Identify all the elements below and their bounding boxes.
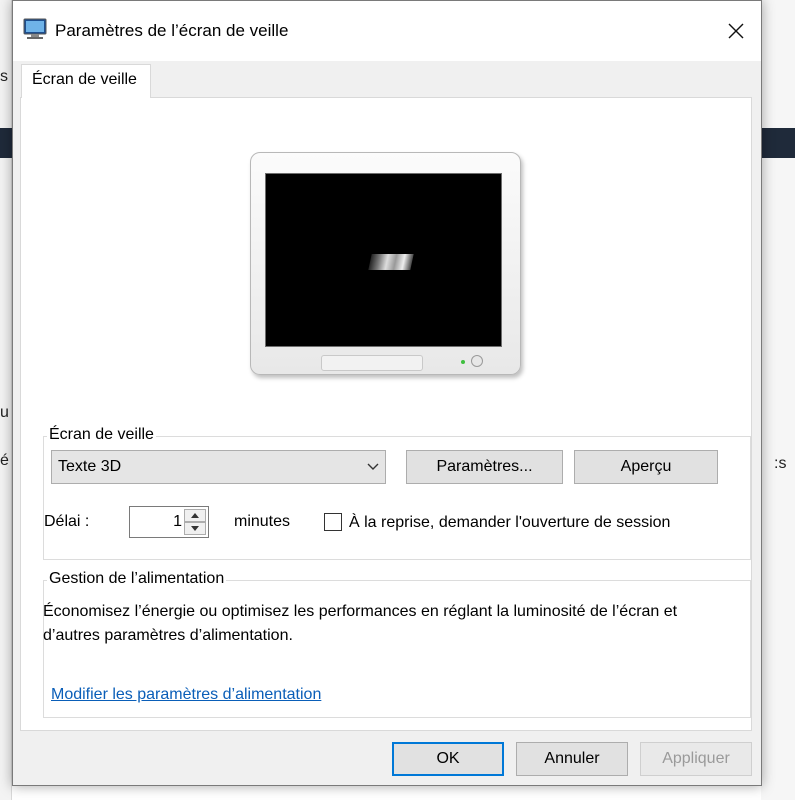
tab-panel: Écran de veille Texte 3D Paramètres... A… <box>20 97 752 731</box>
monitor-preview <box>250 152 521 375</box>
resume-logon-label[interactable]: À la reprise, demander l'ouverture de se… <box>349 514 670 532</box>
delay-label: Délai : <box>44 513 90 530</box>
minutes-label: minutes <box>234 513 291 530</box>
background-left-bar <box>0 128 12 158</box>
apply-button[interactable]: Appliquer <box>640 742 752 776</box>
cancel-button[interactable]: Annuler <box>516 742 628 776</box>
caret-down-icon <box>191 526 199 531</box>
background-text-fragment: :s <box>774 455 787 472</box>
preview-button[interactable]: Aperçu <box>574 450 718 484</box>
tab-screensaver[interactable]: Écran de veille <box>21 64 151 98</box>
background-text-fragment: u <box>0 404 9 421</box>
screensaver-group-label: Écran de veille <box>47 426 156 444</box>
settings-button[interactable]: Paramètres... <box>406 450 563 484</box>
dialog-title: Paramètres de l’écran de veille <box>55 21 289 40</box>
resume-logon-checkbox[interactable] <box>324 513 342 531</box>
3d-text-preview <box>368 254 414 270</box>
background-text-fragment: s <box>0 68 8 85</box>
chevron-down-icon <box>367 463 379 470</box>
ok-button[interactable]: OK <box>392 742 504 776</box>
title-bar[interactable]: Paramètres de l’écran de veille <box>13 1 761 61</box>
screensaver-selected-value: Texte 3D <box>58 458 122 475</box>
background-right-strip <box>761 0 795 800</box>
spin-up-button[interactable] <box>184 509 206 522</box>
power-group-label: Gestion de l’alimentation <box>47 570 227 588</box>
close-button[interactable] <box>714 11 758 51</box>
background-text-fragment: é <box>0 452 9 469</box>
tab-label: Écran de veille <box>32 71 137 88</box>
spin-buttons <box>184 509 206 535</box>
power-description: Économisez l’énergie ou optimisez les pe… <box>43 603 678 644</box>
change-power-settings-link[interactable]: Modifier les paramètres d’alimentation <box>51 686 321 704</box>
delay-value: 1 <box>173 513 182 530</box>
background-right-bar <box>761 128 795 158</box>
monitor-slot <box>321 355 423 371</box>
caret-up-icon <box>191 513 199 518</box>
screensaver-select[interactable]: Texte 3D <box>51 450 386 484</box>
close-icon <box>728 23 744 39</box>
monitor-power-icon <box>471 355 483 367</box>
screensaver-settings-dialog: Paramètres de l’écran de veille Écran de… <box>12 0 762 786</box>
delay-stepper[interactable]: 1 <box>129 506 209 538</box>
screensaver-app-icon <box>23 18 47 39</box>
spin-down-button[interactable] <box>184 522 206 535</box>
power-led-icon <box>461 360 465 364</box>
preview-screen <box>265 173 502 347</box>
background-left-strip <box>0 0 12 800</box>
